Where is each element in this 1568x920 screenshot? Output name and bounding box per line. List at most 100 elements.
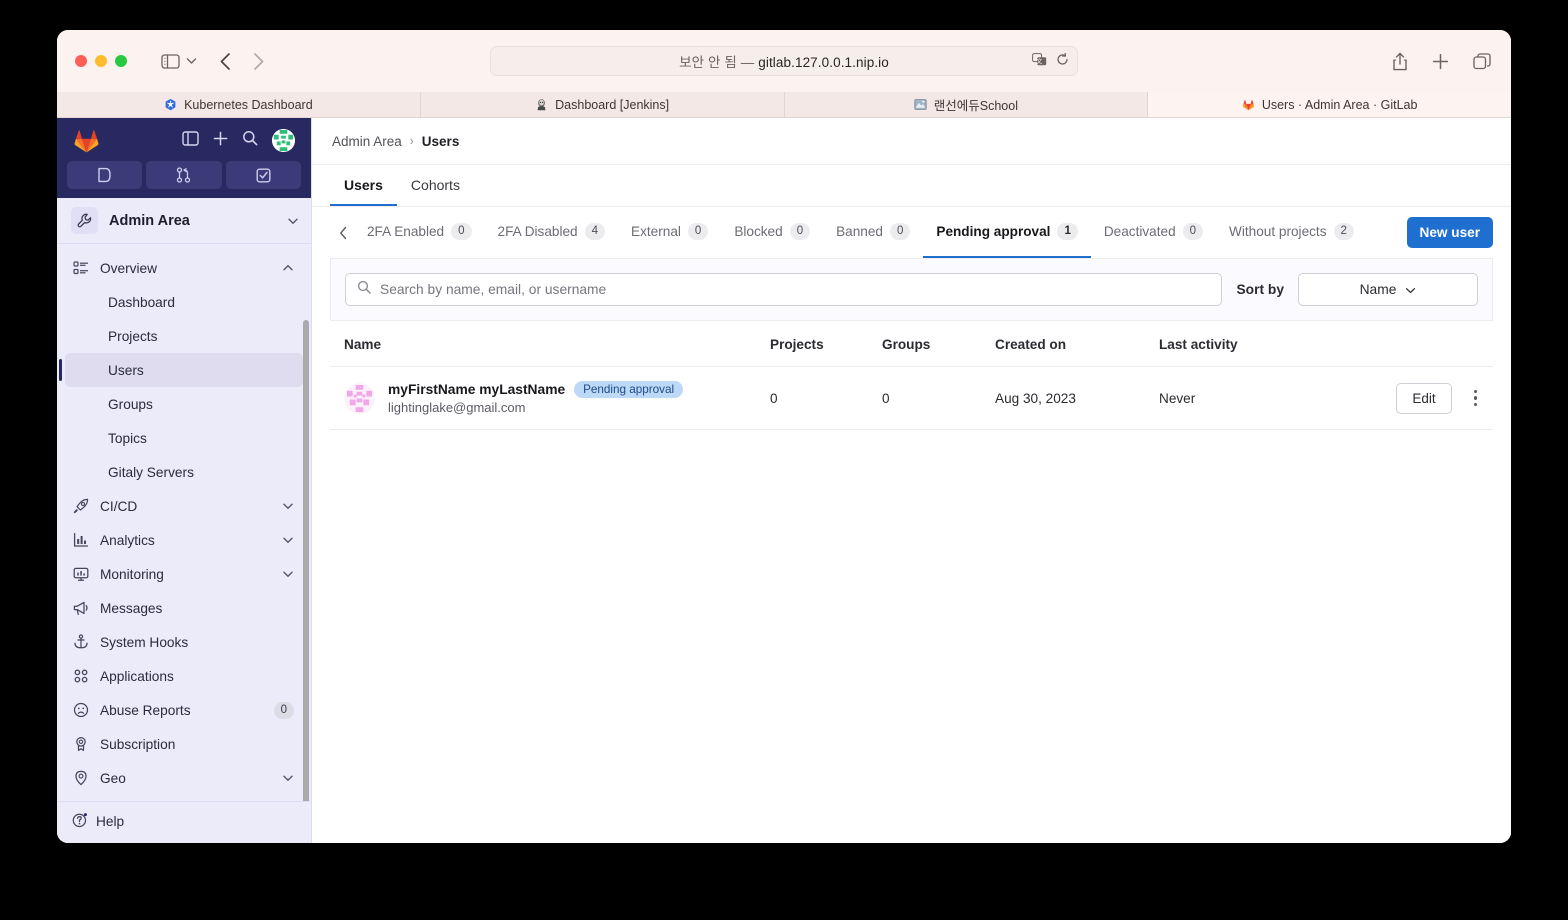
user-filter-tabs: 2FA Enabled 0 2FA Disabled 4 External 0 … (330, 207, 1493, 259)
share-icon[interactable] (1392, 52, 1408, 71)
sidebar-toggle-icon[interactable] (161, 53, 180, 69)
sidebar-item-monitoring[interactable]: Monitoring (65, 557, 303, 591)
page-body: Admin Area Overview Dashboard Projects U… (57, 118, 1511, 843)
sidebar-item-subscription[interactable]: Subscription (65, 727, 303, 761)
chevron-down-icon[interactable] (287, 217, 299, 225)
browser-tab-label: Dashboard [Jenkins] (555, 97, 670, 112)
user-name[interactable]: myFirstName myLastName (388, 382, 565, 397)
chevron-down-icon[interactable] (282, 502, 294, 510)
filter-tab-banned[interactable]: Banned 0 (823, 207, 923, 258)
filter-tab-2fa-disabled[interactable]: 2FA Disabled 4 (485, 207, 619, 258)
tab-cohorts[interactable]: Cohorts (397, 165, 474, 206)
sort-by-dropdown[interactable]: Name (1298, 273, 1478, 306)
tab-overview-icon[interactable] (1473, 52, 1491, 70)
breadcrumb-current: Users (421, 133, 460, 149)
browser-tab-gitlab[interactable]: Users · Admin Area · GitLab (1148, 92, 1511, 117)
filter-tab-2fa-enabled[interactable]: 2FA Enabled 0 (354, 207, 485, 258)
new-tab-icon[interactable] (1432, 53, 1449, 70)
tab-label: Users (344, 176, 383, 193)
sidebar-item-label: Projects (108, 328, 158, 344)
sidebar-item-groups[interactable]: Groups (65, 387, 303, 421)
sidebar-toggle-group[interactable] (161, 53, 197, 69)
sidebar-item-messages[interactable]: Messages (65, 591, 303, 625)
sidebar-item-system-hooks[interactable]: System Hooks (65, 625, 303, 659)
license-icon (72, 736, 89, 752)
window-controls (75, 55, 127, 67)
browser-tab-kubernetes[interactable]: Kubernetes Dashboard (57, 92, 421, 117)
edit-button[interactable]: Edit (1396, 382, 1452, 414)
cell-projects: 0 (770, 366, 882, 430)
sidebar-item-count: 0 (273, 701, 294, 719)
column-header-last-activity: Last activity (1159, 321, 1359, 367)
sort-by-label: Sort by (1236, 282, 1284, 297)
forward-arrow-icon[interactable] (252, 52, 265, 71)
sidebar-item-cicd[interactable]: CI/CD (65, 489, 303, 523)
users-panel: 2FA Enabled 0 2FA Disabled 4 External 0 … (312, 207, 1511, 430)
url-text: gitlab.127.0.0.1.nip.io (758, 55, 889, 70)
sidebar-item-label: Subscription (100, 736, 176, 752)
users-table: Name Projects Groups Created on Last act… (330, 321, 1493, 430)
search-icon (357, 280, 371, 299)
filter-tab-external[interactable]: External 0 (618, 207, 721, 258)
chevron-down-icon[interactable] (186, 57, 197, 65)
sidebar-item-dashboard[interactable]: Dashboard (65, 285, 303, 319)
gitlab-logo-icon[interactable] (73, 128, 100, 153)
sidebar-item-users[interactable]: Users (59, 353, 303, 387)
browser-tab-strip: Kubernetes Dashboard Dashboard [Jenkins]… (57, 92, 1511, 118)
minimize-window-button[interactable] (95, 55, 107, 67)
todo-icon[interactable] (225, 161, 301, 189)
user-avatar[interactable] (272, 129, 295, 152)
school-icon (914, 99, 927, 110)
sidebar-item-overview[interactable]: Overview (65, 251, 303, 285)
cell-user: myFirstName myLastName Pending approval … (330, 366, 770, 430)
sidebar-item-help[interactable]: Help (65, 812, 303, 831)
sidebar-item-label: Applications (100, 668, 174, 684)
collapse-sidebar-icon[interactable] (182, 130, 199, 151)
chevron-down-icon[interactable] (282, 570, 294, 578)
filter-tab-without-projects[interactable]: Without projects 2 (1216, 207, 1367, 258)
search-box[interactable] (345, 273, 1223, 306)
close-window-button[interactable] (75, 55, 87, 67)
more-actions-icon[interactable] (1468, 386, 1483, 410)
sidebar-quick-actions (67, 161, 301, 189)
chevron-down-icon[interactable] (282, 774, 294, 782)
filter-tab-label: Pending approval (936, 224, 1051, 239)
navigation-arrows (219, 52, 265, 71)
wrench-icon (71, 207, 98, 234)
back-arrow-icon[interactable] (219, 52, 232, 71)
sidebar-item-applications[interactable]: Applications (65, 659, 303, 693)
search-input[interactable] (380, 282, 1211, 297)
scroll-left-icon[interactable] (332, 226, 354, 240)
browser-tab-jenkins[interactable]: Dashboard [Jenkins] (421, 92, 785, 117)
chevron-up-icon[interactable] (282, 264, 294, 272)
sidebar-item-gitaly-servers[interactable]: Gitaly Servers (65, 455, 303, 489)
new-user-button[interactable]: New user (1406, 217, 1493, 248)
tab-users[interactable]: Users (330, 165, 397, 206)
sidebar-item-abuse-reports[interactable]: Abuse Reports 0 (65, 693, 303, 727)
reload-icon[interactable] (1056, 52, 1069, 69)
filter-tab-deactivated[interactable]: Deactivated 0 (1091, 207, 1216, 258)
filter-tab-label: External (631, 224, 681, 239)
cell-groups: 0 (882, 366, 995, 430)
filter-tab-blocked[interactable]: Blocked 0 (721, 207, 823, 258)
issues-icon[interactable] (67, 161, 143, 189)
translate-icon[interactable]: 文 (1032, 53, 1047, 69)
sidebar-scrollbar[interactable] (303, 320, 309, 801)
sidebar-item-geo[interactable]: Geo (65, 761, 303, 795)
sidebar-item-projects[interactable]: Projects (65, 319, 303, 353)
avatar[interactable] (344, 382, 375, 414)
breadcrumb-parent[interactable]: Admin Area (332, 134, 402, 149)
search-icon[interactable] (242, 130, 258, 151)
column-header-name: Name (330, 321, 770, 367)
user-email: lightinglake@gmail.com (388, 400, 526, 415)
browser-tab-school[interactable]: 랜선에듀School (785, 92, 1149, 117)
sidebar-item-topics[interactable]: Topics (65, 421, 303, 455)
create-new-icon[interactable] (213, 131, 228, 151)
sidebar-context-switcher[interactable]: Admin Area (57, 198, 311, 244)
chevron-down-icon[interactable] (282, 536, 294, 544)
filter-tab-pending-approval[interactable]: Pending approval 1 (923, 207, 1091, 258)
address-bar[interactable]: 보안 안 됨 — gitlab.127.0.0.1.nip.io 文 (490, 46, 1078, 76)
sidebar-item-analytics[interactable]: Analytics (65, 523, 303, 557)
merge-requests-icon[interactable] (146, 161, 222, 189)
maximize-window-button[interactable] (115, 55, 127, 67)
